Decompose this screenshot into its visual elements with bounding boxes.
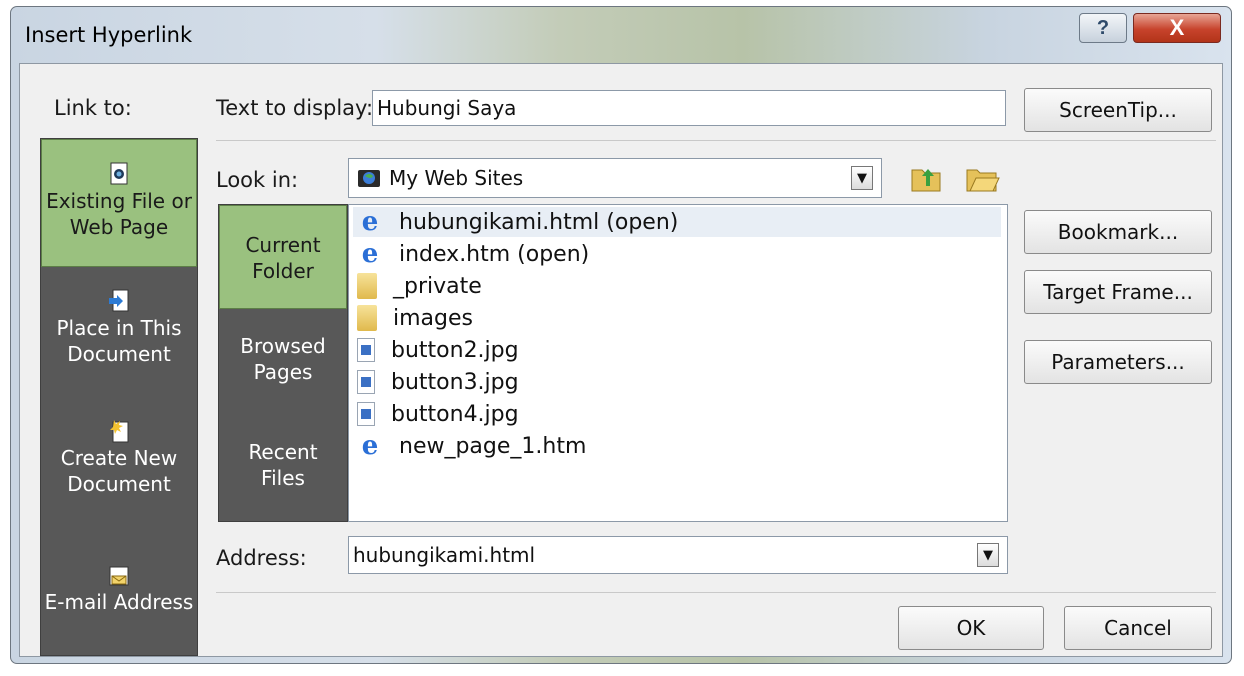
file-name: images (393, 305, 473, 331)
mode-recent-line2: Files (261, 466, 305, 490)
title-bar: Insert Hyperlink ? X (11, 7, 1231, 63)
link-existing-file[interactable]: Existing File or Web Page (41, 139, 197, 267)
look-in-select[interactable]: My Web Sites ▼ (348, 158, 882, 198)
parameters-button[interactable]: Parameters... (1024, 340, 1212, 384)
file-list[interactable]: e hubungikami.html (open) e index.htm (o… (348, 204, 1008, 522)
target-frame-button[interactable]: Target Frame... (1024, 270, 1212, 314)
mode-browsed-line2: Pages (253, 360, 313, 384)
separator (216, 140, 1216, 141)
image-file-icon (357, 402, 375, 426)
mode-recent-files[interactable]: Recent Files (219, 439, 347, 499)
file-name: hubungikami.html (open) (399, 209, 679, 235)
html-file-icon: e (361, 239, 379, 269)
image-file-icon (357, 370, 375, 394)
link-place-in-document[interactable]: Place in This Document (41, 289, 197, 399)
list-item[interactable]: button3.jpg (353, 367, 1001, 397)
help-button[interactable]: ? (1079, 13, 1127, 43)
list-item[interactable]: images (353, 303, 1001, 333)
list-item[interactable]: button2.jpg (353, 335, 1001, 365)
link-existing-line2: Web Page (69, 215, 169, 239)
up-one-folder-button[interactable] (908, 160, 944, 196)
screentip-button[interactable]: ScreenTip... (1024, 88, 1212, 132)
link-existing-line1: Existing File or (46, 189, 192, 213)
my-web-sites-icon (357, 167, 381, 194)
html-file-icon: e (361, 431, 379, 461)
link-email-line1: E-mail Address (44, 590, 194, 614)
html-file-icon: e (361, 207, 379, 237)
link-place-line2: Document (67, 342, 171, 366)
list-item[interactable]: e hubungikami.html (open) (353, 207, 1001, 237)
address-value: hubungikami.html (353, 543, 536, 567)
link-create-line2: Document (67, 472, 171, 496)
list-item[interactable]: e index.htm (open) (353, 239, 1001, 269)
link-to-bar: Existing File or Web Page Place in This … (40, 138, 198, 656)
mode-current-folder[interactable]: Current Folder (219, 205, 347, 309)
mode-browsed-pages[interactable]: Browsed Pages (219, 333, 347, 393)
mode-browsed-line1: Browsed (240, 334, 326, 358)
mode-current-line2: Folder (252, 259, 314, 283)
look-in-dropdown-arrow[interactable]: ▼ (851, 166, 873, 190)
list-item[interactable]: button4.jpg (353, 399, 1001, 429)
text-to-display-input[interactable]: Hubungi Saya (372, 90, 1006, 126)
mode-recent-line1: Recent (248, 440, 318, 464)
file-name: button2.jpg (391, 337, 519, 363)
list-item[interactable]: _private (353, 271, 1001, 301)
file-name: new_page_1.htm (399, 433, 587, 459)
look-in-label: Look in: (216, 168, 299, 192)
link-email-address[interactable]: E-mail Address (41, 563, 197, 643)
create-new-document-icon (108, 419, 130, 443)
folder-icon (357, 273, 377, 299)
dialog-title: Insert Hyperlink (25, 23, 193, 47)
look-in-value: My Web Sites (389, 166, 524, 190)
folder-mode-bar: Current Folder Browsed Pages Recent File… (218, 204, 348, 522)
place-in-document-icon (108, 289, 130, 313)
file-name: index.htm (open) (399, 241, 590, 267)
separator (216, 592, 1216, 593)
cancel-button[interactable]: Cancel (1064, 606, 1212, 650)
email-address-icon (108, 563, 130, 587)
ok-button[interactable]: OK (898, 606, 1044, 650)
browse-file-button[interactable] (964, 160, 1000, 196)
image-file-icon (357, 338, 375, 362)
folder-icon (357, 305, 377, 331)
link-create-line1: Create New (60, 446, 178, 470)
address-label: Address: (216, 546, 307, 570)
file-name: button3.jpg (391, 369, 519, 395)
existing-file-icon (108, 162, 130, 186)
mode-current-line1: Current (245, 233, 321, 257)
insert-hyperlink-dialog: Insert Hyperlink ? X Link to: Existing F… (10, 6, 1232, 664)
link-place-line1: Place in This (56, 316, 182, 340)
file-name: _private (393, 273, 482, 299)
address-dropdown-arrow[interactable]: ▼ (977, 543, 999, 567)
close-button[interactable]: X (1133, 13, 1221, 43)
bookmark-button[interactable]: Bookmark... (1024, 210, 1212, 254)
dialog-body: Link to: Existing File or Web Page Place… (19, 63, 1223, 657)
file-name: button4.jpg (391, 401, 519, 427)
list-item[interactable]: e new_page_1.htm (353, 431, 1001, 461)
address-input[interactable]: hubungikami.html ▼ (348, 536, 1008, 574)
link-create-new-document[interactable]: Create New Document (41, 419, 197, 529)
text-to-display-label: Text to display: (216, 96, 374, 120)
link-to-label: Link to: (54, 96, 132, 120)
